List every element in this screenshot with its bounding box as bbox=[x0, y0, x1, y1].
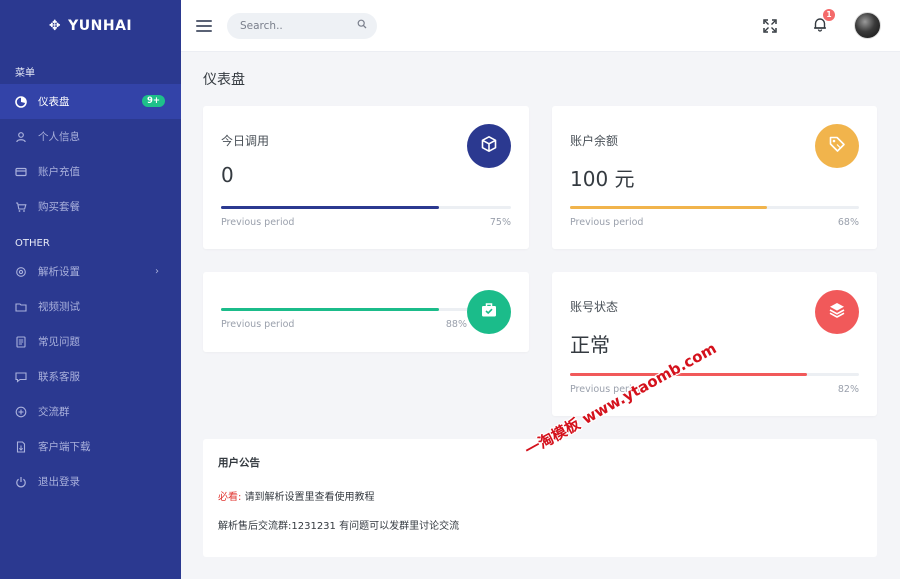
search-input[interactable] bbox=[240, 19, 350, 32]
cube-icon bbox=[480, 135, 498, 157]
dashboard-icon bbox=[15, 95, 27, 108]
brand-logo[interactable]: ✥ YUNHAI bbox=[0, 0, 181, 52]
period-label: Previous period bbox=[570, 217, 644, 228]
announcement-text: 请到解析设置里查看使用教程 bbox=[244, 492, 375, 503]
top-bar: 1 bbox=[181, 0, 900, 52]
sidebar-item-label: 购买套餐 bbox=[38, 201, 80, 213]
sidebar-item-label: 视频测试 bbox=[38, 301, 80, 313]
stat-card-account-status: 账号状态 正常 Previous period 82% bbox=[552, 272, 877, 416]
progress-track bbox=[221, 308, 469, 311]
progress-fill bbox=[570, 206, 767, 209]
progress-fill bbox=[221, 206, 439, 209]
sidebar-item-label: 账户充值 bbox=[38, 166, 80, 178]
card-icon-circle bbox=[815, 290, 859, 334]
cart-icon bbox=[15, 201, 27, 213]
sidebar-item-contact-support[interactable]: 联系客服 bbox=[0, 359, 181, 394]
must-read-prefix: 必看: bbox=[218, 492, 242, 503]
gear-icon bbox=[15, 266, 27, 278]
stat-card-calls-today: 今日调用 0 Previous period 75% bbox=[203, 106, 529, 249]
progress-fill bbox=[570, 373, 807, 376]
card-value: 0 bbox=[221, 163, 234, 187]
fullscreen-icon[interactable] bbox=[762, 18, 778, 34]
announcement-line: 解析售后交流群:1231231 有问题可以发群里讨论交流 bbox=[218, 521, 460, 532]
progress-fill bbox=[221, 308, 440, 311]
file-download-icon bbox=[15, 440, 27, 453]
card-icon-circle bbox=[467, 124, 511, 168]
sidebar-item-profile[interactable]: 个人信息 bbox=[0, 119, 181, 154]
percent-label: 68% bbox=[837, 217, 859, 228]
sidebar-item-label: 常见问题 bbox=[38, 336, 80, 348]
period-label: Previous period bbox=[221, 319, 295, 330]
sidebar-item-label: 仪表盘 bbox=[38, 96, 70, 108]
sidebar-item-label: 解析设置 bbox=[38, 266, 80, 278]
chevron-right-icon: › bbox=[155, 266, 159, 277]
sidebar-item-label: 个人信息 bbox=[38, 131, 80, 143]
search-icon[interactable] bbox=[357, 19, 367, 32]
brand-name: YUNHAI bbox=[68, 18, 133, 34]
percent-label: 82% bbox=[837, 384, 859, 395]
sidebar-item-logout[interactable]: 退出登录 bbox=[0, 464, 181, 499]
progress-track bbox=[570, 373, 859, 376]
sidebar-item-label: 客户端下载 bbox=[38, 441, 91, 453]
card-icon-circle bbox=[467, 290, 511, 334]
announcement-line: 必看: 请到解析设置里查看使用教程 bbox=[218, 488, 375, 503]
announcement-title: 用户公告 bbox=[218, 457, 260, 469]
sidebar-item-dashboard[interactable]: 仪表盘 9+ bbox=[0, 84, 181, 119]
briefcase-check-icon bbox=[480, 301, 498, 323]
sidebar-item-video-test[interactable]: 视频测试 bbox=[0, 289, 181, 324]
user-icon bbox=[15, 131, 27, 143]
sidebar-item-client-download[interactable]: 客户端下载 bbox=[0, 429, 181, 464]
page-title: 仪表盘 bbox=[203, 72, 245, 88]
progress-track bbox=[570, 206, 859, 209]
sidebar-item-recharge[interactable]: 账户充值 bbox=[0, 154, 181, 189]
credit-card-icon bbox=[15, 166, 27, 178]
layers-icon bbox=[828, 301, 846, 323]
period-label: Previous period bbox=[221, 217, 295, 228]
card-icon-circle bbox=[815, 124, 859, 168]
document-icon bbox=[15, 335, 27, 348]
sidebar-item-group-chat[interactable]: 交流群 bbox=[0, 394, 181, 429]
power-icon bbox=[15, 476, 27, 488]
announcement-panel: 用户公告 必看: 请到解析设置里查看使用教程 解析售后交流群:1231231 有… bbox=[203, 439, 877, 557]
notifications-button[interactable]: 1 bbox=[812, 8, 835, 36]
crosshair-icon: ✥ bbox=[48, 18, 62, 34]
stat-card-tasks: Previous period 88% bbox=[203, 272, 529, 352]
card-label: 账户余额 bbox=[570, 134, 619, 148]
video-icon bbox=[15, 301, 27, 313]
avatar[interactable] bbox=[854, 12, 881, 39]
card-value: 100 元 bbox=[570, 167, 635, 191]
sidebar-item-label: 联系客服 bbox=[38, 371, 80, 383]
card-label: 今日调用 bbox=[221, 134, 270, 148]
other-section-title: OTHER bbox=[15, 238, 50, 249]
notification-count-badge: 1 bbox=[823, 8, 835, 21]
card-label: 账号状态 bbox=[570, 300, 619, 314]
sidebar-item-parse-settings[interactable]: 解析设置 › bbox=[0, 254, 181, 289]
percent-label: 75% bbox=[489, 217, 511, 228]
chat-icon bbox=[15, 371, 27, 383]
stat-card-balance: 账户余额 100 元 Previous period 68% bbox=[552, 106, 877, 249]
notification-badge: 9+ bbox=[141, 95, 165, 107]
menu-section-title: 菜单 bbox=[15, 68, 35, 79]
sidebar-item-buy-plan[interactable]: 购买套餐 bbox=[0, 189, 181, 224]
plus-circle-icon bbox=[15, 406, 27, 418]
percent-label: 88% bbox=[445, 319, 467, 330]
sidebar-item-label: 交流群 bbox=[38, 406, 70, 418]
progress-track bbox=[221, 206, 511, 209]
sidebar-item-faq[interactable]: 常见问题 bbox=[0, 324, 181, 359]
card-value: 正常 bbox=[570, 333, 610, 357]
search-box bbox=[227, 12, 377, 39]
menu-toggle-icon[interactable] bbox=[196, 19, 212, 32]
sidebar: ✥ YUNHAI 菜单 仪表盘 9+ 个人信息 账户充值 购买套餐 OTHER … bbox=[0, 0, 181, 579]
tag-icon bbox=[828, 135, 846, 157]
sidebar-item-label: 退出登录 bbox=[38, 476, 80, 488]
